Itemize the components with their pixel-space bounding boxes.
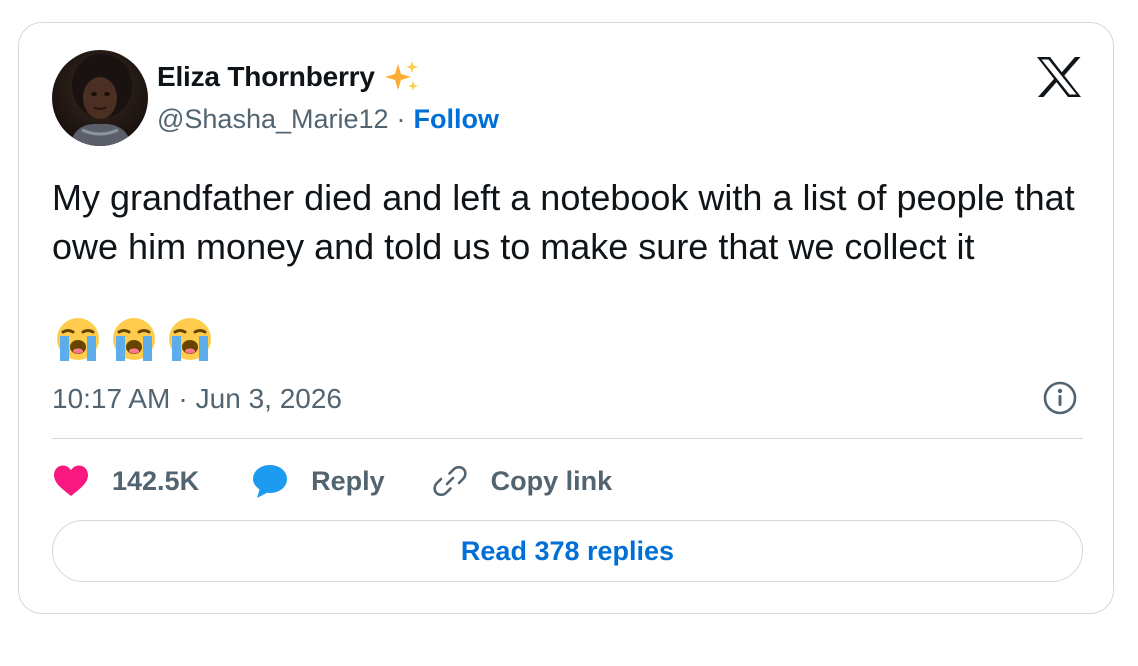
emoji-row (52, 315, 216, 363)
user-handle[interactable]: @Shasha_Marie12 (157, 104, 389, 135)
reply-label: Reply (311, 465, 385, 496)
loudly-crying-face-icon (169, 318, 211, 361)
copy-link-label: Copy link (490, 465, 613, 496)
read-replies-label: Read 378 replies (460, 535, 675, 566)
info-icon[interactable] (1042, 380, 1078, 416)
follow-link[interactable]: Follow (414, 104, 499, 135)
link-icon (432, 465, 467, 497)
tweet-time: 10:17 AM (52, 383, 171, 414)
tweet-timestamp[interactable]: 10:17 AM · Jun 3, 2026 (52, 379, 342, 419)
avatar[interactable] (52, 50, 148, 146)
divider (52, 438, 1083, 439)
loudly-crying-face-icon (57, 318, 99, 361)
handle-row: @Shasha_Marie12 · Follow (157, 101, 499, 137)
display-name[interactable]: Eliza Thornberry (157, 61, 375, 93)
copy-link-button[interactable]: Copy link (431, 462, 613, 500)
speech-bubble-icon (253, 465, 288, 498)
like-button[interactable]: 142.5K (52, 464, 199, 498)
tweet-date: Jun 3, 2026 (195, 383, 342, 414)
author-name-row: Eliza Thornberry (157, 57, 421, 97)
heart-icon (54, 465, 88, 496)
handle-separator: · (396, 103, 406, 134)
tweet-text: My grandfather died and left a notebook … (52, 177, 1075, 267)
read-replies-button[interactable]: Read 378 replies (52, 520, 1083, 582)
action-bar: 142.5K Reply Copy link (52, 459, 612, 503)
x-logo-icon[interactable] (1035, 56, 1083, 98)
reply-button[interactable]: Reply (251, 463, 385, 499)
loudly-crying-face-icon (113, 318, 155, 361)
sparkles-icon (383, 58, 421, 96)
likes-count: 142.5K (112, 465, 200, 496)
tweet-card: Eliza Thornberry @Shasha_Marie12 · Follo… (18, 22, 1114, 614)
date-separator: · (178, 383, 188, 414)
